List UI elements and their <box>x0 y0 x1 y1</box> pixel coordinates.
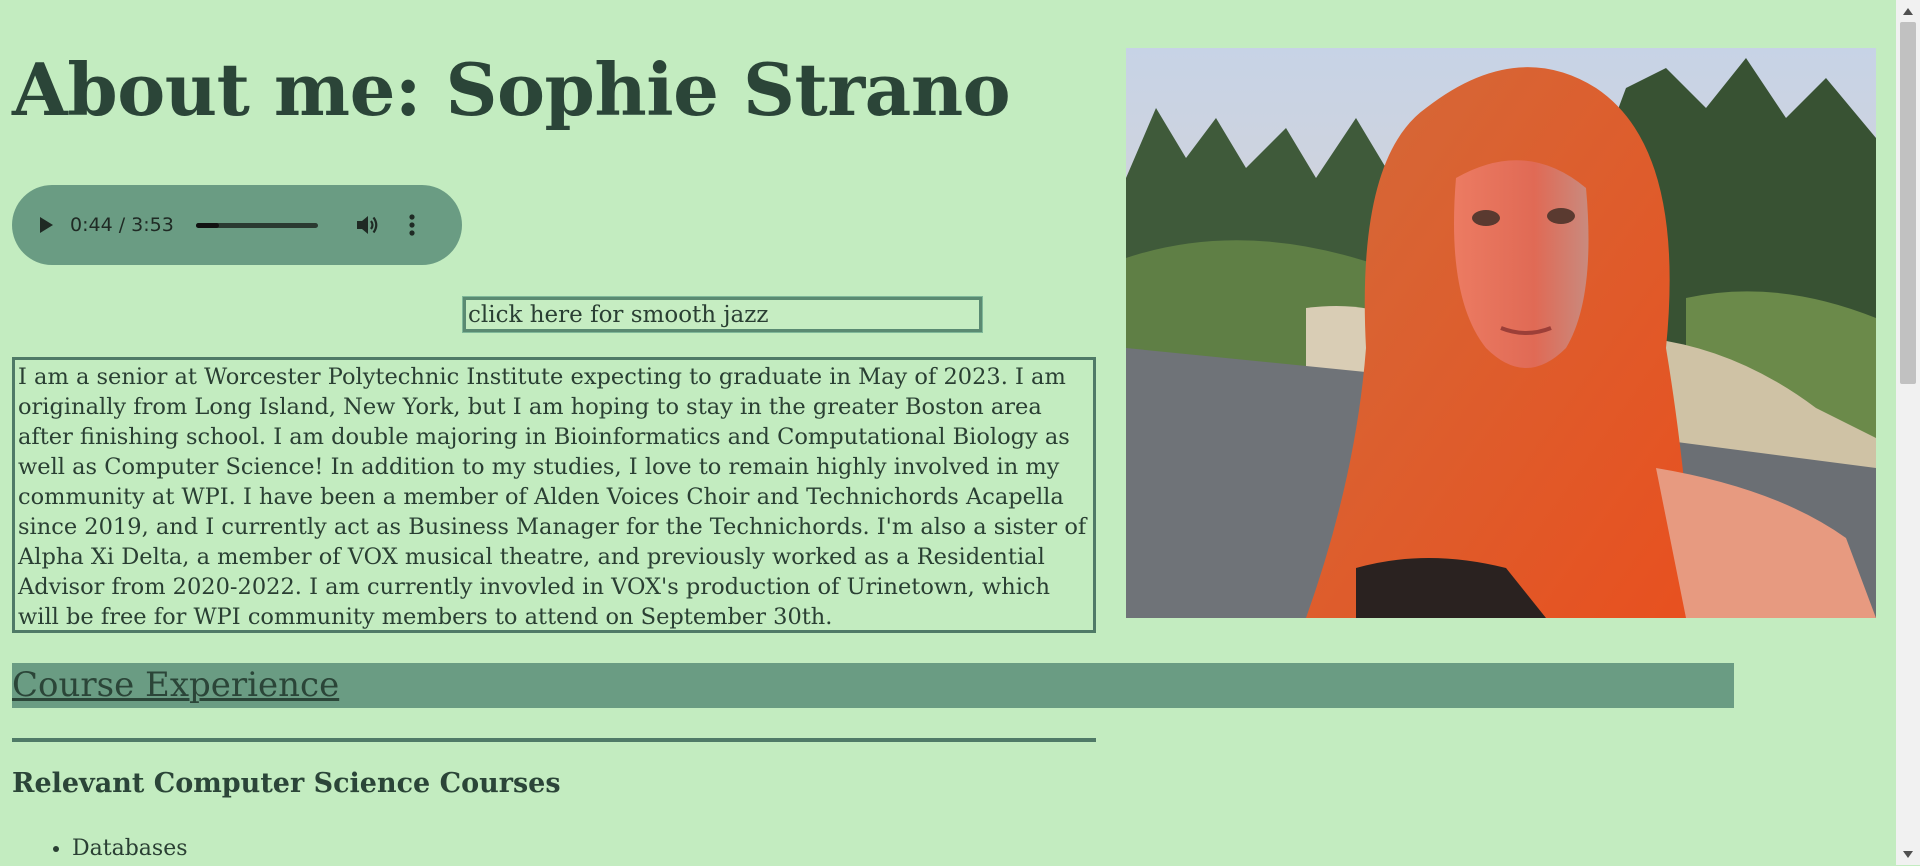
audio-seek-progress <box>195 222 219 228</box>
cs-courses-heading: Relevant Computer Science Courses <box>12 768 561 799</box>
audio-seek-slider[interactable] <box>195 222 318 228</box>
more-vert-icon[interactable] <box>402 211 422 239</box>
section-divider <box>12 738 1096 742</box>
scroll-down-icon[interactable] <box>1896 845 1920 863</box>
course-experience-heading[interactable]: Course Experience <box>12 663 1734 708</box>
scrollbar-thumb[interactable] <box>1900 22 1916 384</box>
page-scrollbar[interactable] <box>1896 0 1920 865</box>
play-icon[interactable] <box>36 215 56 235</box>
volume-icon[interactable] <box>354 211 382 239</box>
page-title: About me: Sophie Strano <box>12 47 1011 132</box>
course-experience-banner: Course Experience <box>12 663 1734 708</box>
audio-player[interactable]: 0:44 / 3:53 <box>12 185 462 265</box>
audio-time-display: 0:44 / 3:53 <box>70 214 174 236</box>
bio-paragraph: I am a senior at Worcester Polytechnic I… <box>12 357 1096 633</box>
profile-photo <box>1126 48 1876 618</box>
course-list: Databases <box>0 832 188 866</box>
page: About me: Sophie Strano 0:44 / 3:53 clic… <box>0 0 1896 865</box>
list-item: Databases <box>72 832 188 866</box>
smooth-jazz-button[interactable]: click here for smooth jazz <box>462 296 983 333</box>
scroll-up-icon[interactable] <box>1896 2 1920 20</box>
